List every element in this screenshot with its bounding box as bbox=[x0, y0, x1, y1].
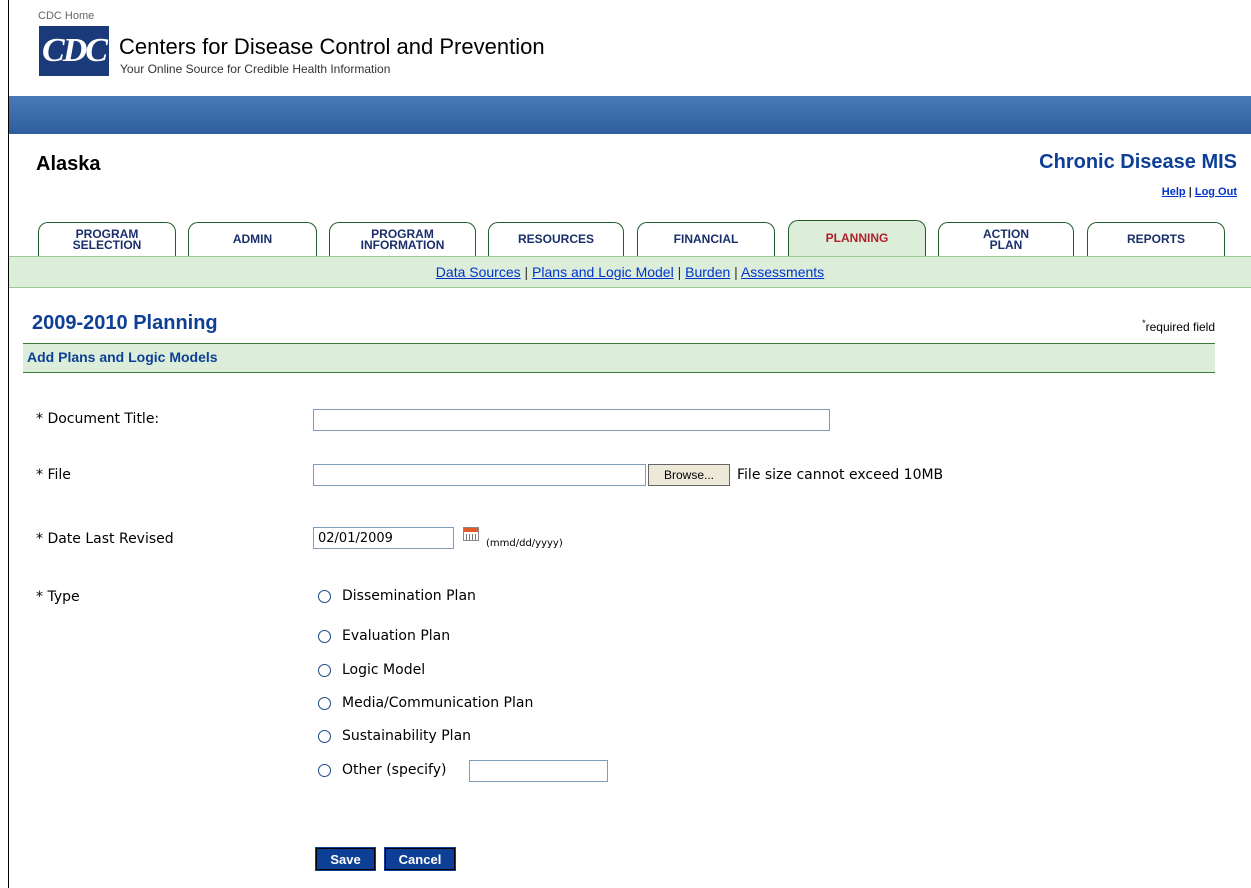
type-label: * Type bbox=[36, 589, 80, 605]
radio-button[interactable] bbox=[318, 663, 331, 677]
type-option-dissemination[interactable]: Dissemination Plan bbox=[318, 588, 476, 604]
subnav-data-sources[interactable]: Data Sources bbox=[436, 264, 521, 280]
date-revised-input[interactable] bbox=[313, 527, 454, 549]
tab-program-selection[interactable]: PROGRAM SELECTION bbox=[38, 222, 176, 256]
subnav-separator: | bbox=[524, 264, 529, 280]
date-revised-label: * Date Last Revised bbox=[36, 531, 174, 547]
save-button[interactable]: Save bbox=[315, 847, 376, 871]
tab-label: ACTION PLAN bbox=[983, 228, 1029, 252]
radio-label: Other (specify) bbox=[342, 762, 447, 778]
site-title: Centers for Disease Control and Preventi… bbox=[119, 34, 545, 59]
tab-label: PROGRAM INFORMATION bbox=[360, 228, 445, 252]
tab-label: FINANCIAL bbox=[673, 232, 739, 246]
cdc-home-link[interactable]: CDC Home bbox=[38, 10, 94, 22]
logout-link[interactable]: Log Out bbox=[1195, 186, 1237, 198]
radio-label: Media/Communication Plan bbox=[342, 695, 534, 711]
type-option-sustainability[interactable]: Sustainability Plan bbox=[318, 728, 471, 744]
subnav-separator: | bbox=[677, 264, 682, 280]
tab-label-line2: SELECTION bbox=[72, 237, 142, 252]
cancel-button[interactable]: Cancel bbox=[384, 847, 456, 871]
radio-button[interactable] bbox=[318, 696, 331, 710]
state-name: Alaska bbox=[36, 153, 101, 175]
radio-button[interactable] bbox=[318, 729, 331, 743]
file-size-hint: File size cannot exceed 10MB bbox=[737, 467, 944, 483]
required-note-text: required field bbox=[1145, 320, 1215, 334]
document-title-input[interactable] bbox=[313, 409, 830, 431]
tab-label-line2: INFORMATION bbox=[360, 237, 445, 252]
section-title: Add Plans and Logic Models bbox=[27, 349, 218, 365]
tab-label: ADMIN bbox=[232, 232, 273, 246]
radio-label: Sustainability Plan bbox=[342, 728, 472, 744]
site-tagline: Your Online Source for Credible Health I… bbox=[120, 62, 391, 76]
type-option-evaluation[interactable]: Evaluation Plan bbox=[318, 628, 450, 644]
type-option-other[interactable]: Other (specify) bbox=[318, 762, 446, 778]
tab-admin[interactable]: ADMIN bbox=[188, 222, 317, 256]
tab-label: RESOURCES bbox=[517, 232, 594, 246]
tab-program-information[interactable]: PROGRAM INFORMATION bbox=[329, 222, 476, 256]
radio-label: Evaluation Plan bbox=[342, 628, 451, 644]
document-title-label: * Document Title: bbox=[36, 411, 160, 427]
tab-label: PLANNING bbox=[825, 231, 889, 245]
calendar-icon-grid bbox=[466, 534, 476, 540]
subnav-plans-logic-model[interactable]: Plans and Logic Model bbox=[532, 264, 674, 280]
radio-button[interactable] bbox=[318, 763, 331, 777]
other-specify-input[interactable] bbox=[469, 760, 608, 782]
tab-action-plan[interactable]: ACTION PLAN bbox=[938, 222, 1074, 256]
help-link[interactable]: Help bbox=[1162, 186, 1186, 198]
tab-reports[interactable]: REPORTS bbox=[1087, 222, 1225, 256]
type-option-logic-model[interactable]: Logic Model bbox=[318, 662, 425, 678]
utility-links: Help | Log Out bbox=[1162, 186, 1237, 198]
calendar-icon[interactable] bbox=[463, 527, 479, 541]
subnav-burden[interactable]: Burden bbox=[685, 264, 730, 280]
header-band bbox=[9, 96, 1251, 134]
cdc-logo[interactable]: CDC bbox=[39, 26, 109, 76]
subnav-assessments[interactable]: Assessments bbox=[741, 264, 824, 280]
sub-navigation: Data Sources | Plans and Logic Model | B… bbox=[9, 256, 1251, 288]
radio-button[interactable] bbox=[318, 629, 331, 643]
tab-label: REPORTS bbox=[1126, 232, 1185, 246]
app-name: Chronic Disease MIS bbox=[1039, 151, 1237, 173]
tab-label: PROGRAM SELECTION bbox=[72, 228, 142, 252]
tab-resources[interactable]: RESOURCES bbox=[488, 222, 624, 256]
date-format-hint: (mmd/dd/yyyy) bbox=[486, 538, 563, 549]
tab-financial[interactable]: FINANCIAL bbox=[637, 222, 775, 256]
browse-button[interactable]: Browse... bbox=[648, 464, 730, 486]
link-separator: | bbox=[1188, 186, 1192, 198]
file-path-input[interactable] bbox=[313, 464, 646, 486]
tab-planning[interactable]: PLANNING bbox=[788, 220, 926, 256]
file-label: * File bbox=[36, 467, 71, 483]
page-title: 2009-2010 Planning bbox=[32, 312, 218, 334]
radio-label: Dissemination Plan bbox=[342, 588, 476, 604]
required-field-note: *required field bbox=[1142, 318, 1215, 334]
subnav-separator: | bbox=[734, 264, 738, 280]
calendar-icon-header bbox=[464, 528, 478, 532]
tab-label-line2: PLAN bbox=[989, 237, 1023, 252]
section-header: Add Plans and Logic Models bbox=[23, 343, 1215, 373]
radio-label: Logic Model bbox=[342, 662, 426, 678]
type-option-media[interactable]: Media/Communication Plan bbox=[318, 695, 533, 711]
radio-button[interactable] bbox=[318, 589, 331, 603]
